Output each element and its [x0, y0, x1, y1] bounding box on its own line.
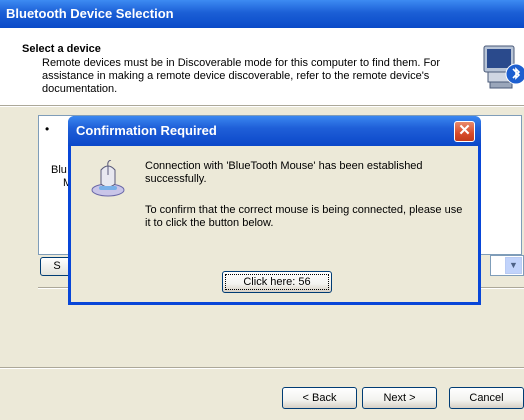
dialog-body: Connection with 'BlueTooth Mouse' has be…: [71, 146, 478, 302]
wizard-title-bar: Bluetooth Device Selection: [0, 0, 524, 28]
dialog-message-connected: Connection with 'BlueTooth Mouse' has be…: [145, 160, 423, 185]
wizard-header: Select a device Remote devices must be i…: [0, 28, 524, 105]
device-name-fragment: Blu: [51, 164, 67, 176]
dialog-title: Confirmation Required: [76, 123, 217, 138]
back-button[interactable]: < Back: [282, 387, 357, 409]
chevron-down-icon[interactable]: ▼: [505, 257, 522, 274]
next-button[interactable]: Next >: [362, 387, 437, 409]
device-filter-dropdown[interactable]: ▼: [490, 255, 524, 276]
confirm-click-button[interactable]: Click here: 56: [222, 271, 332, 293]
header-title: Select a device: [22, 43, 101, 55]
computer-bluetooth-icon: [483, 45, 524, 89]
confirm-click-label: Click here: 56: [225, 274, 329, 290]
close-icon[interactable]: ✕: [454, 121, 475, 142]
wizard-title: Bluetooth Device Selection: [6, 6, 174, 21]
dialog-message-instructions: To confirm that the correct mouse is bei…: [145, 204, 463, 229]
footer-separator: [0, 367, 524, 369]
header-description: Remote devices must be in Discoverable m…: [42, 57, 441, 95]
mouse-icon: [91, 160, 125, 197]
dialog-title-bar: Confirmation Required ✕: [68, 116, 481, 146]
confirmation-dialog: Confirmation Required ✕ Connection with …: [68, 116, 481, 305]
cancel-button[interactable]: Cancel: [449, 387, 524, 409]
device-list-marker: •: [45, 122, 50, 136]
